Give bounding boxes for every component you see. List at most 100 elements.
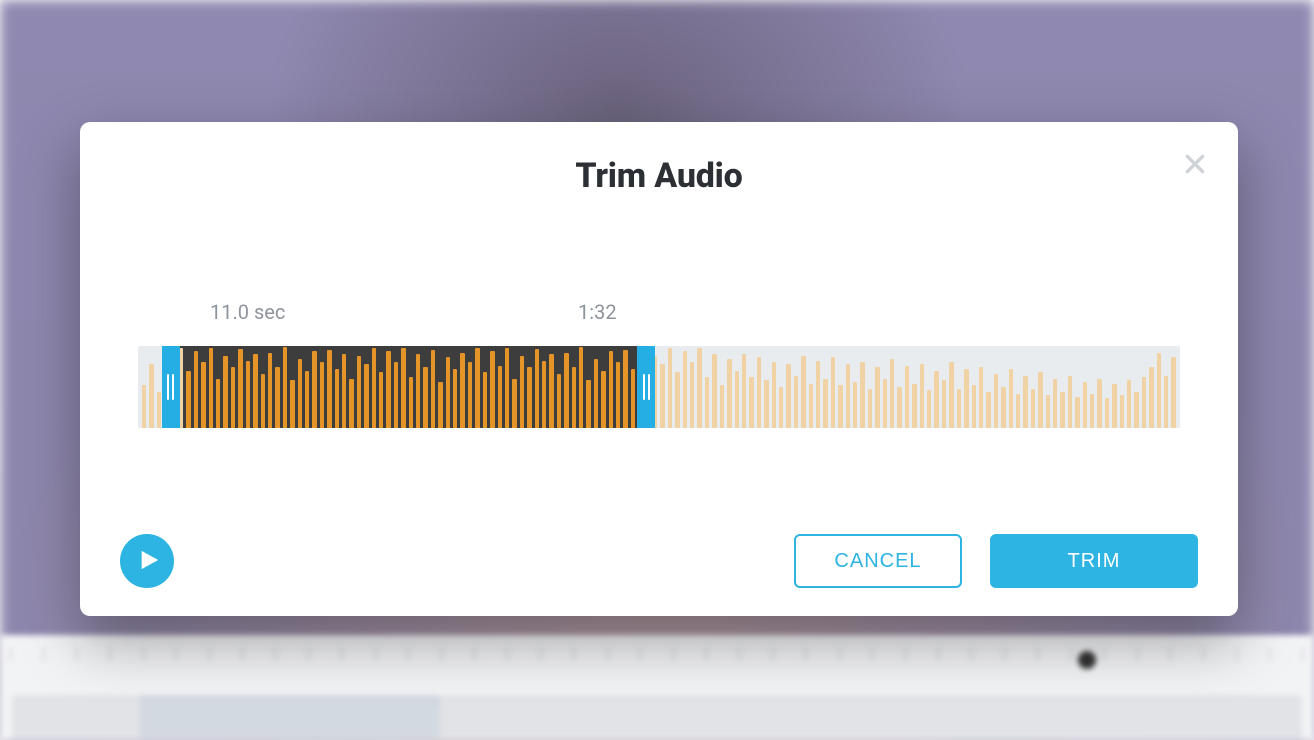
waveform-bar	[142, 385, 146, 428]
waveform-bar	[860, 362, 864, 428]
waveform-bar	[357, 356, 361, 428]
waveform-bars	[138, 346, 1180, 428]
trim-handle-left[interactable]	[162, 346, 180, 428]
waveform-bar	[690, 362, 694, 428]
waveform-bar	[720, 385, 724, 428]
waveform-bar	[779, 387, 783, 428]
waveform-bar	[705, 377, 709, 428]
waveform-bar	[972, 385, 976, 428]
waveform-bar	[994, 374, 998, 428]
waveform-bar	[401, 348, 405, 428]
waveform-track	[138, 346, 1180, 428]
modal-header: Trim Audio	[80, 122, 1238, 196]
waveform-bar	[298, 359, 302, 428]
play-button[interactable]	[120, 534, 174, 588]
waveform-bar	[549, 354, 553, 428]
waveform-bar	[601, 371, 605, 428]
waveform-bar	[846, 364, 850, 428]
waveform-bar	[564, 353, 568, 428]
waveform-bar	[483, 372, 487, 428]
close-icon	[1182, 151, 1208, 180]
waveform-bar	[423, 367, 427, 428]
waveform-bar	[475, 348, 479, 428]
waveform-bar	[772, 362, 776, 428]
waveform-bar	[609, 351, 613, 428]
cancel-button[interactable]: CANCEL	[794, 534, 962, 588]
waveform-bar	[1149, 367, 1153, 428]
waveform-bar	[742, 354, 746, 428]
waveform-bar	[757, 357, 761, 428]
waveform-bar	[409, 377, 413, 428]
waveform-bar	[320, 362, 324, 428]
waveform-bar	[1090, 394, 1094, 428]
grip-icon	[643, 374, 650, 400]
waveform-bar	[438, 382, 442, 428]
waveform-bar	[379, 372, 383, 428]
waveform-bar	[223, 356, 227, 428]
waveform-bar	[349, 379, 353, 428]
waveform-bar	[268, 353, 272, 428]
waveform-bar	[342, 354, 346, 428]
waveform-bar	[527, 367, 531, 428]
waveform-bar	[446, 357, 450, 428]
time-labels-row: 11.0 sec 1:32	[138, 300, 1180, 324]
trim-start-time: 11.0 sec	[210, 300, 285, 324]
waveform-bar	[327, 350, 331, 428]
trim-handle-right[interactable]	[637, 346, 655, 428]
waveform-bar	[416, 354, 420, 428]
close-button[interactable]	[1178, 148, 1212, 182]
waveform-bar	[831, 357, 835, 428]
waveform-bar	[1097, 379, 1101, 428]
waveform-bar	[1127, 380, 1131, 428]
waveform-bar	[275, 367, 279, 428]
waveform-bar	[1112, 384, 1116, 428]
waveform-bar	[794, 376, 798, 428]
waveform-bar	[942, 380, 946, 428]
waveform-bar	[631, 369, 635, 428]
waveform-bar	[735, 371, 739, 428]
waveform-bar	[1038, 372, 1042, 428]
waveform-bar	[712, 354, 716, 428]
waveform-bar	[727, 359, 731, 428]
waveform-bar	[838, 385, 842, 428]
waveform-bar	[616, 362, 620, 428]
waveform-bar	[261, 374, 265, 428]
waveform-bar	[668, 348, 672, 428]
waveform-bar	[697, 348, 701, 428]
waveform-bar	[927, 390, 931, 428]
waveform-bar	[1142, 377, 1146, 428]
waveform-bar	[934, 371, 938, 428]
modal-title: Trim Audio	[80, 156, 1238, 196]
waveform-bar	[468, 362, 472, 428]
waveform-bar	[897, 387, 901, 428]
waveform-bar	[1105, 398, 1109, 428]
waveform-bar	[157, 392, 161, 428]
waveform-bar	[875, 367, 879, 428]
waveform-bar	[453, 369, 457, 428]
waveform-bar	[868, 389, 872, 428]
waveform-bar	[572, 367, 576, 428]
waveform-bar	[809, 384, 813, 428]
waveform-bar	[179, 348, 183, 428]
waveform-bar	[1031, 389, 1035, 428]
waveform-bar	[149, 364, 153, 428]
waveform-bar	[535, 349, 539, 428]
waveform-bar	[194, 351, 198, 428]
waveform-bar	[823, 379, 827, 428]
waveform-bar	[1053, 379, 1057, 428]
waveform-bar	[305, 371, 309, 428]
waveform-area[interactable]	[138, 346, 1180, 428]
waveform-bar	[283, 347, 287, 428]
trim-button[interactable]: TRIM	[990, 534, 1198, 588]
waveform-bar	[594, 359, 598, 428]
waveform-bar	[1016, 394, 1020, 428]
waveform-bar	[312, 351, 316, 428]
waveform-bar	[920, 364, 924, 428]
waveform-bar	[586, 380, 590, 428]
waveform-bar	[231, 367, 235, 429]
waveform-bar	[246, 361, 250, 428]
trim-end-time: 1:32	[578, 300, 617, 324]
waveform-bar	[579, 347, 583, 428]
waveform-bar	[520, 356, 524, 428]
waveform-bar	[512, 379, 516, 428]
